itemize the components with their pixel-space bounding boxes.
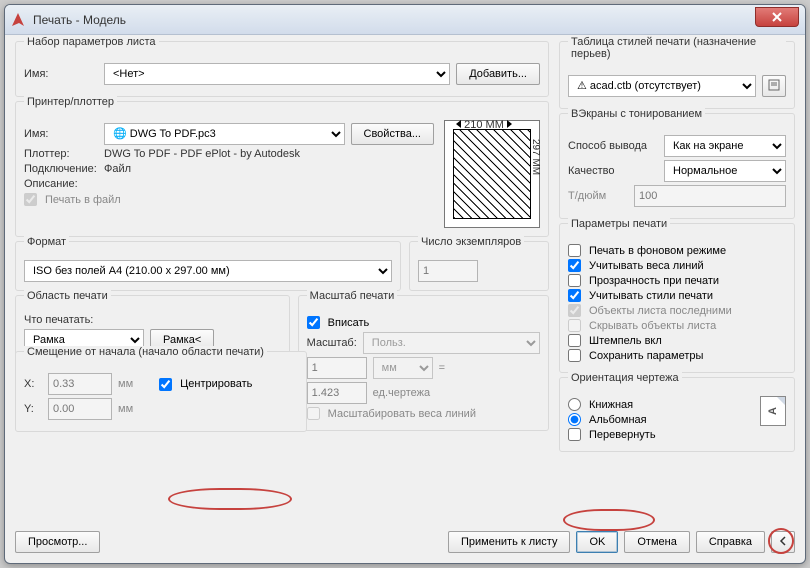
footer: Просмотр... Применить к листу OK Отмена … bbox=[5, 527, 805, 557]
group-page-setup: Набор параметров листа Имя: <Нет> Добави… bbox=[15, 41, 549, 97]
scale-num-input bbox=[307, 357, 367, 379]
label-desc: Описание: bbox=[24, 178, 98, 190]
label-scale: Масштаб: bbox=[307, 337, 357, 349]
paper-preview: 210 MM 297 MM bbox=[444, 120, 540, 228]
ok-button[interactable]: OK bbox=[576, 531, 618, 553]
opt-background[interactable]: Печать в фоновом режиме bbox=[568, 244, 786, 257]
group-plot-style: Таблица стилей печати (назначение перьев… bbox=[559, 41, 795, 109]
orient-landscape[interactable]: Альбомная bbox=[568, 413, 752, 426]
app-logo-icon bbox=[9, 11, 27, 29]
shade-out-select[interactable]: Как на экране bbox=[664, 135, 786, 157]
chevron-left-icon bbox=[779, 536, 787, 549]
close-button[interactable] bbox=[755, 7, 799, 27]
shade-qual-select[interactable]: Нормальное bbox=[664, 160, 786, 182]
group-printer: Принтер/плоттер Имя: 🌐 DWG To PDF.pc3 Св… bbox=[15, 101, 549, 237]
edit-icon bbox=[768, 79, 780, 94]
unit-x: мм bbox=[118, 378, 133, 390]
offset-y-input bbox=[48, 398, 112, 420]
legend-orient: Ориентация чертежа bbox=[568, 372, 682, 384]
scale-den-input bbox=[307, 382, 367, 404]
label-y: Y: bbox=[24, 403, 42, 415]
scale-den-unit: ед.чертежа bbox=[373, 387, 430, 399]
paper-size-select[interactable]: ISO без полей A4 (210.00 x 297.00 мм) bbox=[24, 260, 392, 282]
window-title: Печать - Модель bbox=[33, 13, 126, 27]
label-plotter: Плоттер: bbox=[24, 148, 98, 160]
opt-plot-styles[interactable]: Учитывать стили печати bbox=[568, 289, 786, 302]
group-scale: Масштаб печати Вписать Масштаб: Польз. м… bbox=[298, 295, 549, 431]
group-offset: Смещение от начала (начало области печат… bbox=[15, 351, 307, 432]
connect-value: Файл bbox=[104, 163, 131, 175]
printer-name-select[interactable]: 🌐 DWG To PDF.pc3 bbox=[104, 123, 345, 145]
label-what: Что печатать: bbox=[24, 314, 281, 326]
label-printer-name: Имя: bbox=[24, 128, 98, 140]
group-orient: Ориентация чертежа Книжная Альбомная Пер… bbox=[559, 377, 795, 452]
plot-style-edit-button[interactable] bbox=[762, 75, 786, 97]
fit-input[interactable] bbox=[307, 316, 320, 329]
orient-upside[interactable]: Перевернуть bbox=[568, 428, 752, 441]
group-shade: ВЭкраны с тонированием Способ вывода Как… bbox=[559, 113, 795, 219]
opt-paperspace-last: Объекты листа последними bbox=[568, 304, 786, 317]
legend-copies: Число экземпляров bbox=[418, 236, 524, 248]
legend-printer: Принтер/плоттер bbox=[24, 96, 117, 108]
legend-plot-style: Таблица стилей печати (назначение перьев… bbox=[568, 36, 786, 60]
scale-unit-select: мм bbox=[373, 357, 433, 379]
page-setup-name-select[interactable]: <Нет> bbox=[104, 63, 450, 85]
legend-format: Формат bbox=[24, 236, 69, 248]
unit-y: мм bbox=[118, 403, 133, 415]
plotter-value: DWG To PDF - PDF ePlot - by Autodesk bbox=[104, 148, 300, 160]
group-format: Формат ISO без полей A4 (210.00 x 297.00… bbox=[15, 241, 401, 291]
opt-save-params[interactable]: Сохранить параметры bbox=[568, 349, 786, 362]
opt-lineweights[interactable]: Учитывать веса линий bbox=[568, 259, 786, 272]
scale-select: Польз. bbox=[363, 332, 540, 354]
plot-dialog: Печать - Модель Набор параметров листа И… bbox=[4, 4, 806, 564]
offset-x-input bbox=[48, 373, 112, 395]
preview-button[interactable]: Просмотр... bbox=[15, 531, 100, 553]
titlebar[interactable]: Печать - Модель bbox=[5, 5, 805, 35]
legend-page-setup: Набор параметров листа bbox=[24, 36, 159, 48]
label-dpi: Т/дюйм bbox=[568, 190, 628, 202]
center-checkbox[interactable]: Центрировать bbox=[159, 378, 252, 391]
label-name: Имя: bbox=[24, 68, 98, 80]
label-out: Способ вывода bbox=[568, 140, 658, 152]
help-button[interactable]: Справка bbox=[696, 531, 765, 553]
label-qual: Качество bbox=[568, 165, 658, 177]
center-input[interactable] bbox=[159, 378, 172, 391]
legend-offset: Смещение от начала (начало области печат… bbox=[24, 346, 267, 358]
apply-button[interactable]: Применить к листу bbox=[448, 531, 571, 553]
legend-options: Параметры печати bbox=[568, 218, 670, 230]
orient-icon: A bbox=[760, 396, 786, 426]
cancel-button[interactable]: Отмена bbox=[624, 531, 689, 553]
legend-scale: Масштаб печати bbox=[307, 290, 398, 302]
dim-height: 297 MM bbox=[530, 139, 541, 175]
fit-checkbox[interactable]: Вписать bbox=[307, 316, 540, 329]
label-connect: Подключение: bbox=[24, 163, 98, 175]
print-to-file-input bbox=[24, 193, 37, 206]
scale-lineweights-input bbox=[307, 407, 320, 420]
properties-button[interactable]: Свойства... bbox=[351, 123, 434, 145]
add-button[interactable]: Добавить... bbox=[456, 63, 540, 85]
group-options: Параметры печати Печать в фоновом режиме… bbox=[559, 223, 795, 373]
plot-style-select[interactable]: ⚠ acad.ctb (отсутствует) bbox=[568, 75, 756, 97]
opt-hide-paperspace: Скрывать объекты листа bbox=[568, 319, 786, 332]
collapse-button[interactable] bbox=[771, 531, 795, 553]
legend-area: Область печати bbox=[24, 290, 111, 302]
scale-lineweights-checkbox: Масштабировать веса линий bbox=[307, 407, 540, 420]
label-x: X: bbox=[24, 378, 42, 390]
dpi-input bbox=[634, 185, 786, 207]
print-to-file-checkbox: Печать в файл bbox=[24, 193, 434, 206]
opt-transparency[interactable]: Прозрачность при печати bbox=[568, 274, 786, 287]
group-copies: Число экземпляров bbox=[409, 241, 549, 291]
opt-stamp[interactable]: Штемпель вкл bbox=[568, 334, 786, 347]
copies-input bbox=[418, 260, 478, 282]
legend-shade: ВЭкраны с тонированием bbox=[568, 108, 705, 120]
orient-portrait[interactable]: Книжная bbox=[568, 398, 752, 411]
